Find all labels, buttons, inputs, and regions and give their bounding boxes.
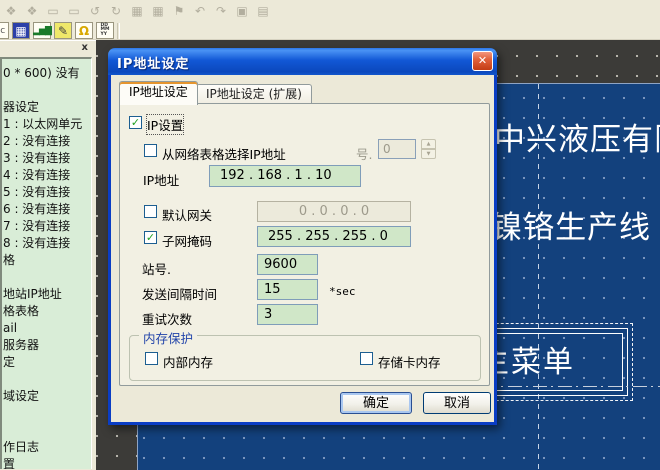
internal-memory-label: 内部内存 — [163, 352, 213, 371]
alarm-bell-icon[interactable]: Ω — [75, 22, 93, 39]
sidebar-list-item[interactable]: 1 : 以太网单元 — [2, 116, 91, 133]
sidebar-list-item — [2, 422, 91, 439]
sidebar-list-item[interactable]: 6 : 没有连接 — [2, 201, 91, 218]
subnet-mask-checkbox[interactable]: ✓ — [144, 231, 157, 244]
screen-cursor-icon[interactable]: ▣ — [233, 3, 251, 20]
shape-icon[interactable]: ❖ — [2, 3, 20, 20]
vertical-guide-line — [538, 84, 539, 470]
sidebar-list-item[interactable]: 定 — [2, 354, 91, 371]
sidebar-list-item[interactable]: 置 — [2, 456, 91, 469]
memory-protect-group: 内存保护 内部内存 存储卡内存 — [129, 335, 481, 381]
report-edit-icon[interactable]: ✎ — [54, 22, 72, 39]
sidebar-list-item[interactable]: 2 : 没有连接 — [2, 133, 91, 150]
sidebar-close-icon[interactable]: x — [82, 42, 88, 54]
send-interval-input[interactable]: 15 — [257, 279, 318, 300]
internal-memory-checkbox[interactable] — [145, 352, 158, 365]
sidebar-list-item[interactable]: 3 : 没有连接 — [2, 150, 91, 167]
bar-chart-icon[interactable]: ▂▅▇ — [33, 22, 51, 39]
number-label: 号. — [356, 144, 372, 163]
dialog-body: IP地址设定 IP地址设定 (扩展) ✓ IP设置 从网络表格选择IP地址 号.… — [108, 75, 497, 425]
sidebar-list-item[interactable]: 0 * 600) 没有 — [2, 65, 91, 82]
sidebar-panel: x 0 * 600) 没有器设定1 : 以太网单元2 : 没有连接3 : 没有连… — [0, 40, 96, 470]
ip-address-input[interactable]: 192 . 168 . 1 . 10 — [209, 165, 361, 187]
default-gateway-label: 默认网关 — [162, 205, 212, 224]
toolbar-separator[interactable] — [117, 23, 120, 39]
hmi-subtitle-text[interactable]: 镍铬生产线 — [491, 202, 651, 247]
ip-settings-tab-panel: ✓ IP设置 从网络表格选择IP地址 号. 0 ▲ ▼ IP地址 192 . 1… — [119, 103, 490, 386]
tab-ip-settings-extended[interactable]: IP地址设定 (扩展) — [196, 84, 312, 105]
align-grid-icon[interactable]: ▦ — [128, 3, 146, 20]
spinner-down-icon[interactable]: ▼ — [421, 149, 436, 159]
sidebar-list-item — [2, 405, 91, 422]
sidebar-list-item — [2, 82, 91, 99]
ip-enable-label: IP设置 — [147, 115, 183, 134]
rotate-left-icon[interactable]: ↺ — [86, 3, 104, 20]
application-window: ❖❖▭▭↺↻▦▦⚑↶↷▣▤ ec▦▂▅▇✎ΩDD MM YY x 0 * 600… — [0, 0, 660, 470]
send-interval-unit: *sec — [329, 285, 356, 298]
memory-card-label: 存储卡内存 — [378, 352, 441, 371]
dialog-close-button[interactable]: ✕ — [472, 51, 493, 71]
sidebar-list-item[interactable]: 作日志 — [2, 439, 91, 456]
spinner-up-icon[interactable]: ▲ — [421, 139, 436, 149]
memory-card-checkbox[interactable] — [360, 352, 373, 365]
timer-icon[interactable]: ec — [0, 22, 9, 39]
toolbar-row-2: ec▦▂▅▇✎ΩDD MM YY — [0, 21, 120, 40]
memory-protect-group-label: 内存保护 — [139, 328, 197, 347]
sidebar-list-item[interactable]: 4 : 没有连接 — [2, 167, 91, 184]
default-gateway-input: 0 . 0 . 0 . 0 — [257, 201, 411, 222]
keypad-icon[interactable]: ▦ — [12, 22, 30, 39]
sidebar-settings-list: 0 * 600) 没有器设定1 : 以太网单元2 : 没有连接3 : 没有连接4… — [0, 57, 92, 469]
sidebar-list-item[interactable]: 域设定 — [2, 388, 91, 405]
from-network-table-label: 从网络表格选择IP地址 — [162, 144, 286, 163]
group-select-icon[interactable]: ▭ — [44, 3, 62, 20]
shape-arrow-icon[interactable]: ❖ — [23, 3, 41, 20]
tile-grid-icon[interactable]: ▦ — [149, 3, 167, 20]
sidebar-list-item[interactable]: 地站IP地址 — [2, 286, 91, 303]
rotate-right-icon[interactable]: ↻ — [107, 3, 125, 20]
station-number-label: 站号. — [142, 259, 171, 278]
hmi-title-text[interactable]: 中兴液压有限 — [494, 114, 660, 159]
export-screen-icon[interactable]: ▤ — [254, 3, 272, 20]
number-spinner[interactable]: ▲ ▼ — [421, 139, 436, 159]
ungroup-icon[interactable]: ▭ — [65, 3, 83, 20]
subnet-mask-input[interactable]: 255 . 255 . 255 . 0 — [257, 226, 411, 247]
send-interval-label: 发送间隔时间 — [142, 284, 217, 303]
station-number-input[interactable]: 9600 — [257, 254, 318, 275]
redo-icon[interactable]: ↷ — [212, 3, 230, 20]
subnet-mask-label: 子网掩码 — [162, 231, 212, 250]
sidebar-list-item[interactable]: 服务器 — [2, 337, 91, 354]
sidebar-list-item[interactable]: 器设定 — [2, 99, 91, 116]
tab-ip-settings[interactable]: IP地址设定 — [119, 81, 198, 105]
ip-enable-checkbox[interactable]: ✓ — [129, 116, 142, 129]
retry-count-label: 重试次数 — [142, 309, 192, 328]
dialog-titlebar[interactable]: IP地址设定 ✕ — [108, 48, 497, 75]
sidebar-list-item — [2, 371, 91, 388]
toolbar: ❖❖▭▭↺↻▦▦⚑↶↷▣▤ ec▦▂▅▇✎ΩDD MM YY — [0, 0, 660, 40]
sidebar-list-item[interactable]: 5 : 没有连接 — [2, 184, 91, 201]
number-input[interactable]: 0 — [378, 139, 416, 159]
ip-settings-dialog: IP地址设定 ✕ IP地址设定 IP地址设定 (扩展) ✓ IP设置 从网络表格… — [108, 48, 497, 425]
default-gateway-checkbox[interactable] — [144, 205, 157, 218]
sidebar-list-item[interactable]: 8 : 没有连接 — [2, 235, 91, 252]
cancel-button[interactable]: 取消 — [423, 392, 491, 414]
toolbar-row-1: ❖❖▭▭↺↻▦▦⚑↶↷▣▤ — [0, 1, 272, 21]
sidebar-list-item[interactable]: 格表格 — [2, 303, 91, 320]
sidebar-header: x — [0, 40, 96, 57]
date-icon[interactable]: DD MM YY — [96, 22, 114, 39]
retry-count-input[interactable]: 3 — [257, 304, 318, 325]
undo-icon[interactable]: ↶ — [191, 3, 209, 20]
ok-button[interactable]: 确定 — [340, 392, 412, 414]
dialog-title: IP地址设定 — [117, 53, 189, 72]
from-network-table-checkbox[interactable] — [144, 144, 157, 157]
pin-icon[interactable]: ⚑ — [170, 3, 188, 20]
sidebar-list-item — [2, 269, 91, 286]
sidebar-list-item[interactable]: 7 : 没有连接 — [2, 218, 91, 235]
ip-address-label: IP地址 — [143, 170, 179, 189]
sidebar-list-item[interactable]: 格 — [2, 252, 91, 269]
sidebar-list-item[interactable]: ail — [2, 320, 91, 337]
